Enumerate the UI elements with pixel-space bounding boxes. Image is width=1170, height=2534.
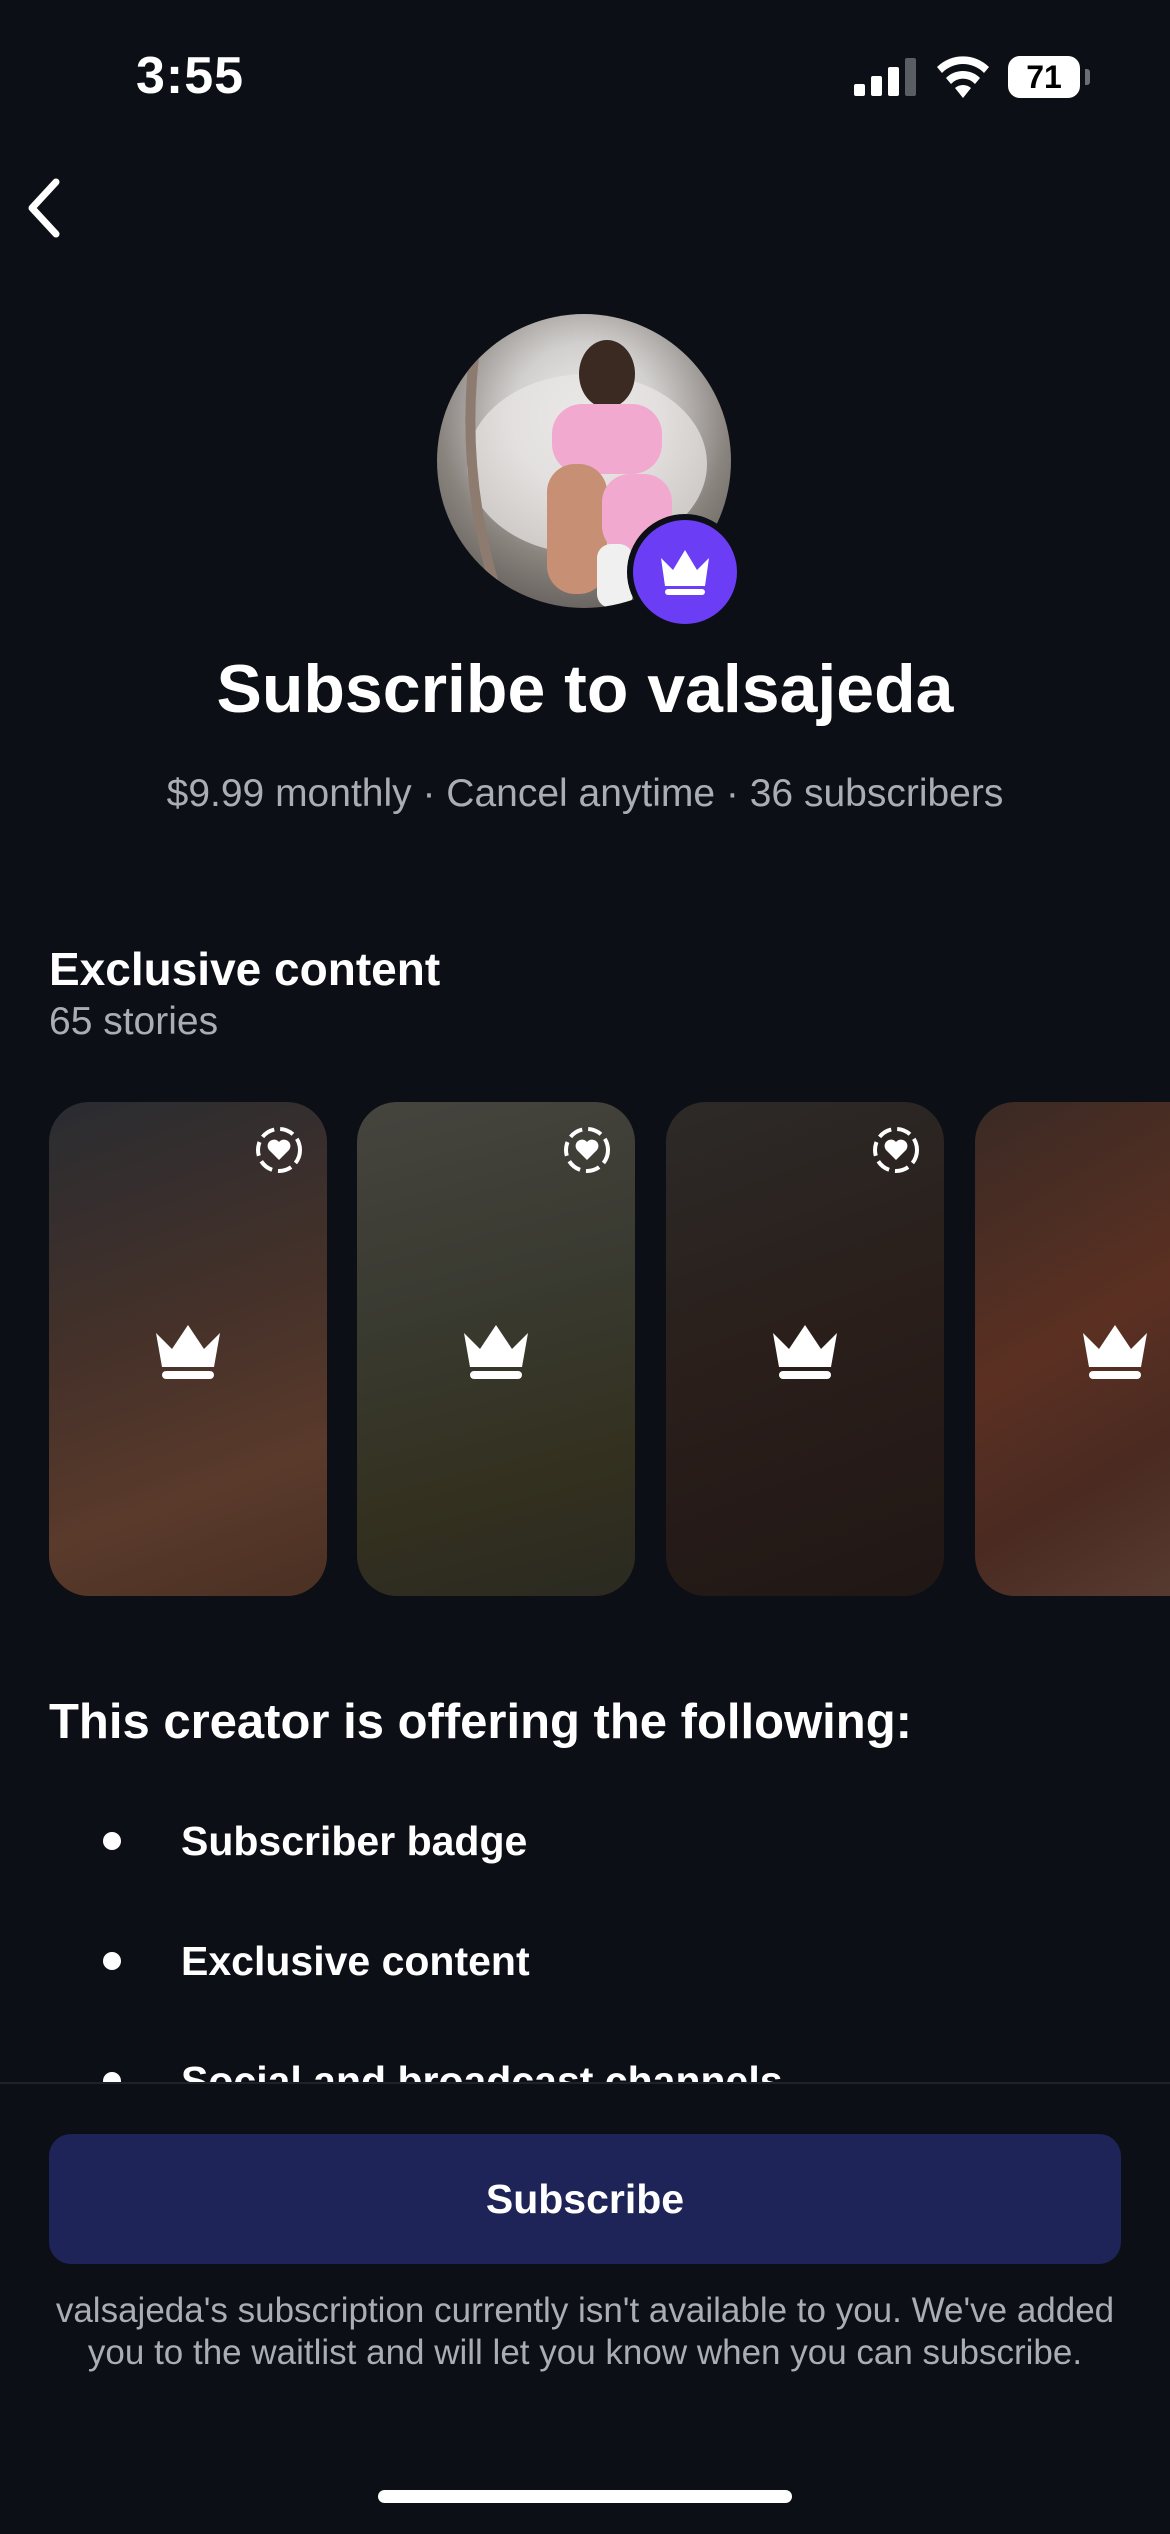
bullet-icon [103, 1952, 121, 1970]
story-card[interactable] [357, 1102, 635, 1596]
close-friends-heart-icon [256, 1127, 302, 1173]
list-item: Exclusive content [0, 1930, 1170, 2000]
status-time: 3:55 [136, 47, 245, 105]
story-card[interactable] [975, 1102, 1170, 1596]
waitlist-note: valsajeda's subscription currently isn't… [55, 2291, 1115, 2372]
subscription-details: $9.99 monthly · Cancel anytime · 36 subs… [166, 772, 1004, 815]
page-title: Subscribe to valsajeda [216, 651, 954, 727]
story-card[interactable] [49, 1102, 327, 1596]
offer-heading: This creator is offering the following: [49, 1695, 912, 1749]
cellular-signal-icon [854, 58, 916, 96]
crown-icon [464, 1325, 528, 1379]
exclusive-stories-carousel[interactable] [0, 1102, 1170, 1598]
offer-item-label: Subscriber badge [181, 1818, 528, 1864]
home-indicator[interactable] [378, 2490, 792, 2503]
crown-icon [1083, 1325, 1147, 1379]
crown-icon [773, 1325, 837, 1379]
close-friends-heart-icon [873, 1127, 919, 1173]
exclusive-content-heading: Exclusive content [49, 943, 441, 995]
bullet-icon [103, 2072, 121, 2082]
bottom-panel: Subscribe valsajeda's subscription curre… [0, 2082, 1170, 2534]
offer-list: Subscriber badge Exclusive content Socia… [0, 1810, 1170, 2082]
story-card[interactable] [666, 1102, 944, 1596]
subscriber-crown-badge [627, 514, 743, 630]
list-item: Social and broadcast channels [0, 2050, 1170, 2082]
status-bar: 3:55 71 [0, 0, 1170, 150]
list-item: Subscriber badge [0, 1810, 1170, 1880]
crown-icon [156, 1325, 220, 1379]
stories-count: 65 stories [49, 1000, 219, 1043]
creator-avatar-group [437, 314, 743, 630]
battery-icon: 71 [1008, 56, 1090, 98]
back-chevron-icon[interactable] [18, 168, 78, 248]
crown-icon [661, 550, 709, 595]
offer-item-label: Social and broadcast channels [181, 2058, 783, 2082]
offer-item-label: Exclusive content [181, 1938, 530, 1984]
battery-level: 71 [1026, 59, 1062, 95]
close-friends-heart-icon [564, 1127, 610, 1173]
subscribe-button[interactable]: Subscribe [49, 2134, 1121, 2264]
bullet-icon [103, 1832, 121, 1850]
wifi-icon [937, 56, 989, 98]
